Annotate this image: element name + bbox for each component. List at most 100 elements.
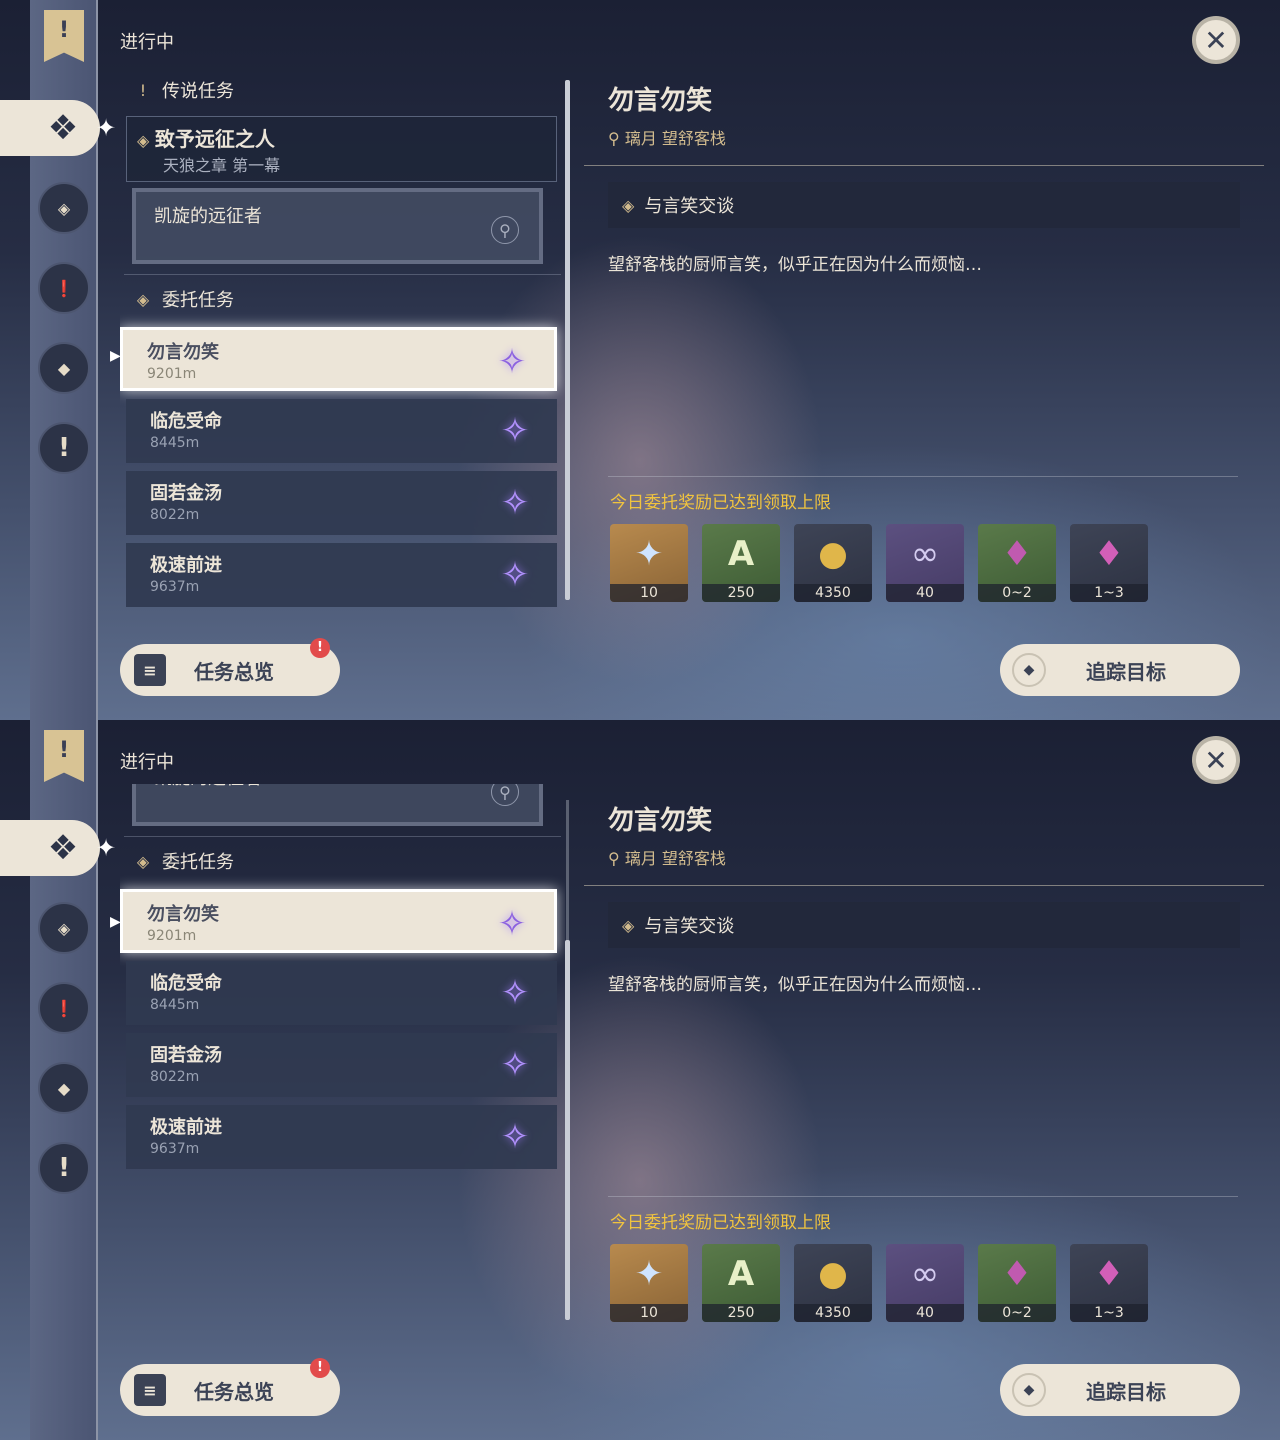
primogem-icon[interactable]: ✦ 10: [610, 524, 688, 602]
quest-list[interactable]: ! 传说任务 致予远征之人 天狼之章 第一幕 凯旋的远征者 ⚲ ◈ 委托任务 勿言勿…: [120, 70, 565, 630]
overview-label: 任务总览: [194, 659, 274, 684]
tab-archon-quest[interactable]: !: [38, 422, 90, 474]
selection-arrow-icon: ▶: [110, 348, 121, 364]
crystal-chunk-icon[interactable]: ♦ 0~2: [978, 1244, 1056, 1322]
legend-quest-icon: ❗: [54, 278, 74, 298]
legend-quest-card[interactable]: 致予远征之人 天狼之章 第一幕: [126, 116, 557, 182]
tab-archon-quest[interactable]: !: [38, 1142, 90, 1194]
mora-icon[interactable]: ● 4350: [794, 524, 872, 602]
notification-badge: !: [310, 1358, 330, 1378]
location-pin-icon[interactable]: ⚲: [491, 784, 519, 806]
sub-quest-card[interactable]: 凯旋的远征者 ⚲: [132, 188, 543, 264]
commission-item[interactable]: 勿言勿笑 9201m ✧: [120, 889, 557, 953]
detail-title: 勿言勿笑: [608, 86, 713, 116]
commission-distance: 8022m: [150, 507, 200, 523]
tab-event-quest[interactable]: ◆: [38, 1062, 90, 1114]
list-scrollbar[interactable]: [565, 80, 570, 600]
quest-screen-1: ! ❖ ✦ ◈ ❗ ◆ ! 进行中 ! 传说任务 致予远征之人 天狼之章 第一幕 …: [0, 0, 1280, 720]
tab-legend-quest[interactable]: ❗: [38, 982, 90, 1034]
commission-item[interactable]: 极速前进 9637m ✧: [126, 1105, 557, 1169]
mora-icon[interactable]: ● 4350: [794, 1244, 872, 1322]
reward-count: 1~3: [1070, 1304, 1148, 1322]
reward-list: ✦ 10 A 250 ● 4350 ∞ 40 ♦ 0~2 ♦ 1~3: [610, 1244, 1148, 1322]
overview-label: 任务总览: [194, 1379, 274, 1404]
track-label: 追踪目标: [1086, 1379, 1166, 1404]
tab-world-quest[interactable]: ◈: [38, 182, 90, 234]
commission-distance: 9637m: [150, 1141, 200, 1157]
commission-diamond-icon: ❖: [47, 828, 79, 868]
commission-item[interactable]: 临危受命 8445m ✧: [126, 961, 557, 1025]
category-label: 委托任务: [162, 852, 234, 873]
commission-distance: 9201m: [147, 366, 197, 382]
detail-description: 望舒客栈的厨师言笑，似乎正在因为什么而烦恼…: [608, 255, 982, 275]
divider: [608, 476, 1238, 477]
track-target-button[interactable]: ◆ 追踪目标: [1000, 1364, 1240, 1416]
detail-location: 璃月 望舒客栈: [608, 125, 1240, 149]
tab-event-quest[interactable]: ◆: [38, 342, 90, 394]
tab-legend-quest[interactable]: ❗: [38, 262, 90, 314]
divider: [584, 165, 1264, 166]
commission-distance: 9201m: [147, 928, 197, 944]
divider: [124, 274, 561, 275]
commission-quest-icon: ✧: [500, 973, 530, 1013]
commission-quest-icon: ✧: [500, 555, 530, 595]
commission-item[interactable]: 固若金汤 8022m ✧: [126, 1033, 557, 1097]
legend-quest-chapter: 天狼之章 第一幕: [163, 156, 281, 175]
commission-item[interactable]: 临危受命 8445m ✧: [126, 399, 557, 463]
quest-detail: 勿言勿笑 璃月 望舒客栈 ◈ 与言笑交谈 望舒客栈的厨师言笑，似乎正在因为什么而烦…: [584, 80, 1264, 275]
legend-quest-icon: ❗: [54, 998, 74, 1018]
divider: [584, 885, 1264, 886]
reward-list: ✦ 10 A 250 ● 4350 ∞ 40 ♦ 0~2 ♦ 1~3: [610, 524, 1148, 602]
adventure-exp-icon[interactable]: A 250: [702, 524, 780, 602]
commission-icon: ◈: [136, 289, 150, 309]
sub-quest-card[interactable]: 凯旋的远征者 ⚲: [132, 784, 543, 826]
location-pin-icon[interactable]: ⚲: [491, 216, 519, 244]
world-quest-icon: ◈: [57, 198, 71, 218]
reward-count: 4350: [794, 584, 872, 602]
commission-distance: 8445m: [150, 435, 200, 451]
scrollbar-thumb[interactable]: [565, 80, 570, 600]
friendship-exp-icon[interactable]: ∞ 40: [886, 1244, 964, 1322]
commission-distance: 9637m: [150, 579, 200, 595]
page-title: 进行中: [120, 32, 174, 53]
quest-overview-button[interactable]: ≡ 任务总览: [120, 644, 340, 696]
commission-name: 勿言勿笑: [147, 904, 219, 925]
commission-name: 临危受命: [150, 973, 222, 994]
tab-world-quest[interactable]: ◈: [38, 902, 90, 954]
close-button[interactable]: ✕: [1192, 736, 1240, 784]
commission-distance: 8445m: [150, 997, 200, 1013]
close-icon: ✕: [1204, 23, 1228, 57]
commission-name: 固若金汤: [150, 483, 222, 504]
crystal-cluster-icon[interactable]: ♦ 1~3: [1070, 524, 1148, 602]
reward-count: 250: [702, 584, 780, 602]
primogem-icon[interactable]: ✦ 10: [610, 1244, 688, 1322]
list-scrollbar[interactable]: [565, 800, 570, 1320]
adventure-exp-icon[interactable]: A 250: [702, 1244, 780, 1322]
quest-detail: 勿言勿笑 璃月 望舒客栈 ◈ 与言笑交谈 望舒客栈的厨师言笑，似乎正在因为什么而烦…: [584, 800, 1264, 995]
track-target-button[interactable]: ◆ 追踪目标: [1000, 644, 1240, 696]
track-label: 追踪目标: [1086, 659, 1166, 684]
reward-count: 250: [702, 1304, 780, 1322]
tab-commissions-active[interactable]: ❖: [0, 100, 100, 156]
commission-item[interactable]: 固若金汤 8022m ✧: [126, 471, 557, 535]
tab-commissions-active[interactable]: ❖: [0, 820, 100, 876]
detail-description: 望舒客栈的厨师言笑，似乎正在因为什么而烦恼…: [608, 975, 982, 995]
track-diamond-icon: ◆: [1012, 1373, 1046, 1407]
category-label: 传说任务: [162, 81, 234, 102]
reward-limit-notice: 今日委托奖励已达到领取上限: [610, 493, 831, 513]
track-diamond-icon: ◆: [1012, 653, 1046, 687]
quest-list[interactable]: 凯旋的远征者 ⚲ ◈ 委托任务 勿言勿笑 9201m ✧ 临危受命 8445m ✧…: [120, 784, 565, 1284]
close-button[interactable]: ✕: [1192, 16, 1240, 64]
archon-quest-icon: !: [58, 1153, 70, 1183]
quest-book-icon: ≡: [134, 654, 166, 686]
crystal-chunk-icon[interactable]: ♦ 0~2: [978, 524, 1056, 602]
commission-quest-icon: ✧: [497, 904, 527, 944]
commission-item[interactable]: 勿言勿笑 9201m ✧: [120, 327, 557, 391]
commission-item[interactable]: 极速前进 9637m ✧: [126, 543, 557, 607]
step-label: 与言笑交谈: [644, 916, 735, 937]
crystal-cluster-icon[interactable]: ♦ 1~3: [1070, 1244, 1148, 1322]
scrollbar-thumb[interactable]: [565, 940, 570, 1320]
commission-quest-icon: ✧: [500, 483, 530, 523]
quest-overview-button[interactable]: ≡ 任务总览: [120, 1364, 340, 1416]
friendship-exp-icon[interactable]: ∞ 40: [886, 524, 964, 602]
